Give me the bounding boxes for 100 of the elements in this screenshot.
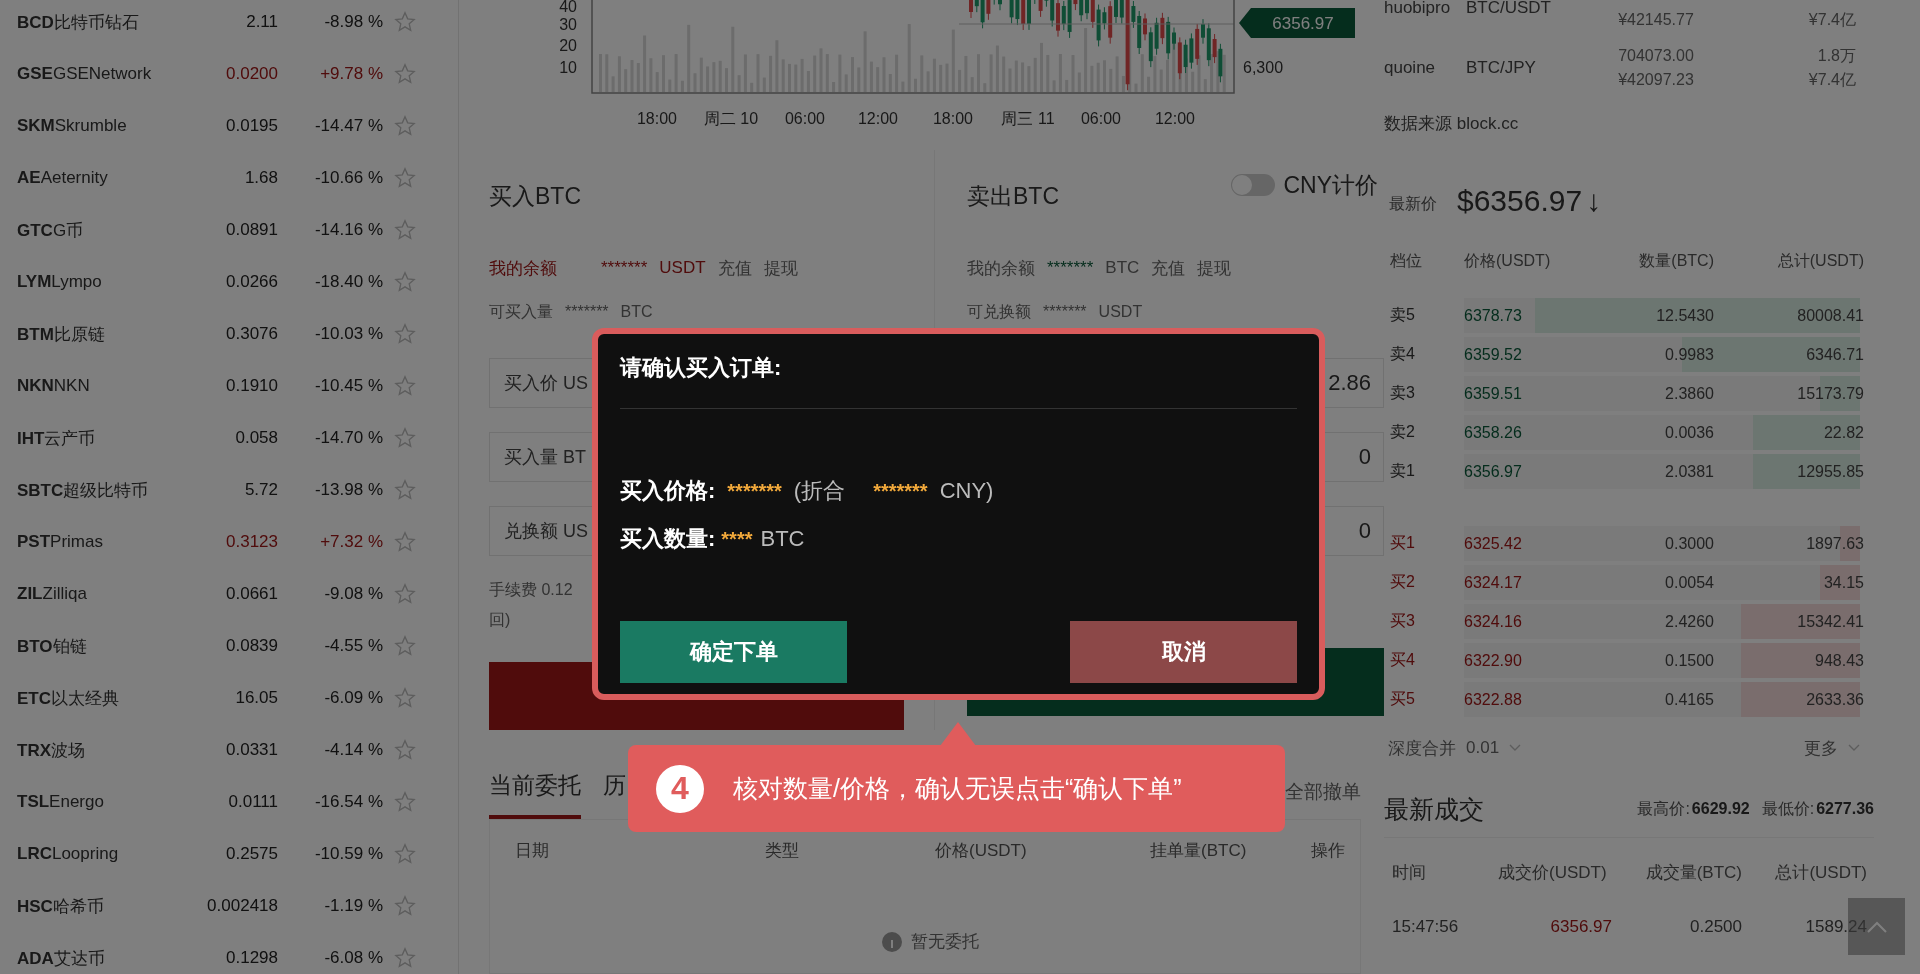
star-icon[interactable]	[394, 323, 416, 345]
star-icon[interactable]	[394, 63, 416, 85]
coin-name: TRX波场	[17, 739, 86, 762]
amount-value: ****	[721, 527, 753, 551]
axis-label: 12:00	[858, 110, 898, 127]
axis-label: 周三 11	[1001, 110, 1055, 127]
star-icon[interactable]	[394, 843, 416, 865]
info-icon	[881, 930, 903, 953]
star-icon[interactable]	[394, 375, 416, 397]
trading-pair: BTC/USDT	[1466, 0, 1552, 18]
order-price: 6378.73	[1464, 306, 1523, 325]
column-header: 操作	[1310, 839, 1345, 862]
depth-select[interactable]: 0.01	[1466, 738, 1500, 758]
market-volume: 1.8万	[1817, 46, 1856, 66]
coin-name: LRCLoopring	[17, 844, 120, 864]
level-label: 买2	[1390, 572, 1416, 592]
order-price: 6356.97	[1464, 462, 1523, 481]
order-total: 80008.41	[1796, 306, 1864, 325]
cancel-button[interactable]: 取消	[1070, 621, 1297, 683]
axis-label: 30	[559, 16, 577, 33]
level-label: 买1	[1390, 533, 1416, 553]
star-icon[interactable]	[394, 791, 416, 813]
axis-label: 20	[559, 37, 577, 54]
star-icon[interactable]	[394, 11, 416, 33]
balance-value: *******	[601, 258, 648, 278]
down-arrow: ↓	[1586, 184, 1602, 218]
star-icon[interactable]	[394, 583, 416, 605]
order-total: 15173.79	[1796, 384, 1864, 403]
star-icon[interactable]	[394, 531, 416, 553]
withdraw-link[interactable]: 提现	[1197, 256, 1232, 280]
more-link[interactable]: 更多	[1804, 736, 1838, 760]
star-icon[interactable]	[394, 895, 416, 917]
toggle-switch[interactable]	[1231, 174, 1276, 196]
coin-price: 0.0195	[225, 116, 278, 136]
axis-label: 6,300	[1243, 59, 1284, 76]
fee-text: 回)	[489, 610, 512, 630]
coin-price: 0.1910	[225, 376, 278, 396]
star-icon[interactable]	[394, 115, 416, 137]
coin-name: IHT云产币	[17, 427, 97, 450]
coin-name: NKNNKN	[17, 376, 91, 396]
star-icon[interactable]	[394, 427, 416, 449]
coin-change: -4.55 %	[323, 636, 383, 656]
star-icon[interactable]	[394, 219, 416, 241]
order-price: 6359.52	[1464, 345, 1523, 364]
withdraw-link[interactable]: 提现	[763, 256, 798, 280]
order-total: 12955.85	[1796, 462, 1864, 481]
coin-name: GSEGSENetwork	[17, 64, 153, 84]
trade-time: 15:47:56	[1392, 917, 1460, 937]
coin-name: SBTC超级比特币	[17, 479, 150, 502]
price-tag: 6356.97	[1239, 8, 1355, 38]
cancel-all-link[interactable]: 全部撤单	[1285, 779, 1361, 820]
order-amount: 0.3000	[1664, 534, 1714, 553]
star-icon[interactable]	[394, 739, 416, 761]
axis-label: 06:00	[1081, 110, 1121, 127]
coin-name: SKMSkrumble	[17, 116, 128, 136]
trade-total: 1589.24	[1804, 917, 1867, 937]
empty-message: 暂无委托	[911, 931, 979, 954]
coin-price: 0.0266	[225, 272, 278, 292]
column-header: 档位	[1390, 250, 1423, 271]
star-icon[interactable]	[394, 271, 416, 293]
order-amount: 0.0036	[1664, 423, 1714, 442]
cny-unit: CNY)	[939, 478, 994, 504]
level-label: 卖3	[1390, 383, 1416, 403]
trade-amount: 0.2500	[1689, 917, 1742, 937]
coin-price: 0.3076	[225, 324, 278, 344]
coin-name: ADA艾达币	[17, 947, 106, 970]
confirm-button[interactable]: 确定下单	[620, 621, 847, 683]
coin-price: 0.1298	[225, 948, 278, 968]
balance-value: *******	[1047, 258, 1094, 278]
section-title: 最新成交	[1384, 793, 1484, 825]
level-label: 卖1	[1390, 461, 1416, 481]
exchange-name: huobipro	[1384, 0, 1452, 18]
coin-change: -9.08 %	[323, 584, 383, 604]
level-label: 买4	[1390, 650, 1416, 670]
level-label: 卖5	[1390, 305, 1416, 325]
column-header: 类型	[764, 839, 800, 862]
coin-price: 0.0839	[225, 636, 278, 656]
coin-price: 0.058	[234, 428, 278, 448]
star-icon[interactable]	[394, 947, 416, 969]
column-header: 成交价(USDT)	[1497, 861, 1608, 884]
order-tab[interactable]: 当前委托	[489, 770, 581, 820]
coin-change: -10.45 %	[313, 376, 383, 396]
deposit-link[interactable]: 充值	[1151, 256, 1186, 280]
star-icon[interactable]	[394, 687, 416, 709]
star-icon[interactable]	[394, 479, 416, 501]
star-icon[interactable]	[394, 635, 416, 657]
order-total: 1897.63	[1805, 534, 1864, 553]
coin-change: -14.70 %	[313, 428, 383, 448]
price-value: *******	[727, 479, 782, 503]
order-tab[interactable]: 历	[603, 770, 626, 820]
market-volume-cny: ¥7.4亿	[1808, 10, 1856, 30]
axis-label: 18:00	[637, 110, 677, 127]
coin-change: -10.66 %	[313, 168, 383, 188]
deposit-link[interactable]: 充值	[717, 256, 752, 280]
cny-value: *******	[873, 479, 928, 503]
star-icon[interactable]	[394, 167, 416, 189]
coin-change: -8.98 %	[323, 12, 383, 32]
coin-price: 0.0891	[225, 220, 278, 240]
level-label: 卖4	[1390, 344, 1416, 364]
order-total: 2633.36	[1805, 690, 1864, 709]
